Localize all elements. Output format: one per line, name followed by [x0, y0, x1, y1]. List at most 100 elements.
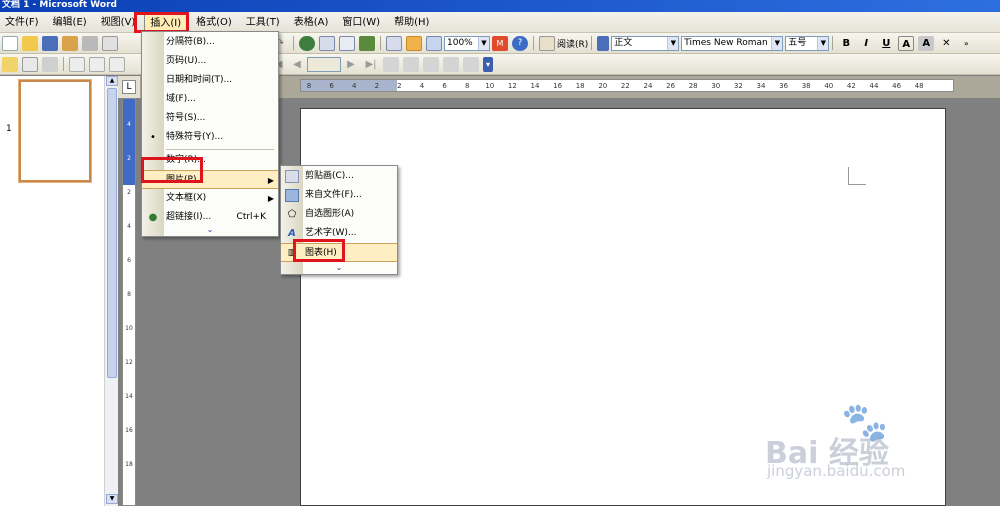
- phonetic-guide-icon[interactable]: ✕: [938, 36, 954, 51]
- ruler-tick-label: 2: [397, 82, 402, 90]
- insert-excel-icon[interactable]: [359, 35, 375, 51]
- toolbar-options-icon[interactable]: ▾: [483, 56, 493, 72]
- columns-icon[interactable]: [386, 35, 402, 51]
- help-icon[interactable]: ?: [512, 35, 528, 51]
- print-icon[interactable]: [82, 35, 98, 51]
- menu-help[interactable]: 帮助(H): [389, 13, 434, 32]
- italic-button[interactable]: I: [858, 36, 874, 51]
- merge-to-printer-icon[interactable]: [443, 56, 459, 72]
- research-icon[interactable]: M: [492, 35, 508, 51]
- ruler-tick-label: 8: [306, 82, 312, 90]
- copy-icon[interactable]: [89, 56, 105, 72]
- baidu-jingyan-watermark: 🐾 Bai 经验 jingyan.baidu.com: [765, 400, 965, 490]
- menu-item-label: 域(F)...: [166, 94, 196, 104]
- expand-menu-icon[interactable]: ⌄: [142, 224, 278, 236]
- merge-to-doc-icon[interactable]: [423, 56, 439, 72]
- scrollbar-thumb[interactable]: [107, 88, 117, 378]
- menu-item-clip-art[interactable]: 剪贴画(C)...: [281, 167, 397, 186]
- insert-menu-highlight-box: [134, 12, 189, 33]
- menu-edit[interactable]: 编辑(E): [48, 13, 92, 32]
- menu-window[interactable]: 窗口(W): [337, 13, 385, 32]
- font-size-value: 五号: [788, 37, 807, 48]
- highlight-icon[interactable]: [2, 56, 18, 72]
- font-color-button[interactable]: A: [898, 35, 915, 51]
- chevron-down-icon: ▼: [771, 36, 783, 50]
- tables-borders-icon[interactable]: [319, 35, 335, 51]
- scroll-down-icon[interactable]: ▼: [106, 494, 118, 504]
- menu-tools[interactable]: 工具(T): [241, 13, 285, 32]
- watermark-url: jingyan.baidu.com: [767, 462, 906, 480]
- style-select[interactable]: 正文 ▼: [611, 35, 680, 51]
- hyperlink-icon[interactable]: [299, 35, 315, 51]
- window-title: 文档 1 - Microsoft Word: [2, 0, 117, 10]
- toolbar-separator: [533, 36, 534, 50]
- ruler-tick-label: 38: [801, 82, 811, 90]
- chevron-down-icon: ▼: [667, 36, 679, 50]
- last-record-icon[interactable]: ▶|: [363, 57, 379, 72]
- char-shading-button[interactable]: A: [918, 35, 935, 51]
- zoom-select[interactable]: 100% ▼: [444, 35, 490, 51]
- toolbar-separator: [591, 36, 593, 50]
- new-document-icon[interactable]: [2, 35, 18, 51]
- ruler-tick-label: 44: [869, 82, 879, 90]
- ruler-tick-label: 12: [507, 82, 517, 90]
- permission-icon[interactable]: [62, 35, 78, 51]
- envelope-icon[interactable]: [22, 56, 38, 72]
- vertical-ruler[interactable]: 4 2 2 4 6 8 10 12 14 16 18: [122, 98, 136, 506]
- find-entry-icon[interactable]: [383, 56, 399, 72]
- menu-item-label: 自选图形(A): [305, 209, 355, 219]
- merge-icon[interactable]: [403, 56, 419, 72]
- toolbar-separator: [293, 36, 294, 50]
- insert-table-icon[interactable]: [339, 35, 355, 51]
- horizontal-ruler[interactable]: 8 6 4 2 2 4 6 8 10 12 14 16 18 20 22 24 26 28 30 32 34 36 38 40…: [300, 79, 954, 92]
- open-folder-icon[interactable]: [22, 35, 38, 51]
- menu-file[interactable]: 文件(F): [0, 13, 44, 32]
- bold-button[interactable]: B: [838, 36, 854, 51]
- picture-from-file-icon: [285, 189, 299, 202]
- paste-icon[interactable]: [109, 56, 125, 72]
- toolbar-separator: [63, 57, 64, 71]
- print-preview-icon[interactable]: [102, 35, 118, 51]
- tab-selector[interactable]: L: [122, 80, 136, 94]
- save-icon[interactable]: [42, 35, 58, 51]
- next-record-icon[interactable]: ▶: [343, 57, 359, 72]
- expand-menu-icon[interactable]: ⌄: [281, 262, 397, 274]
- menu-item-text-box[interactable]: 文本框(X) ▶: [142, 189, 278, 208]
- menu-item-label: 文本框(X): [166, 193, 207, 203]
- underline-button[interactable]: U: [878, 36, 894, 51]
- read-mode-button[interactable]: 阅读(R): [557, 37, 588, 50]
- ruler-tick-label: 16: [125, 427, 133, 434]
- record-field[interactable]: [307, 56, 341, 72]
- style-value: 正文: [614, 37, 633, 48]
- menu-item-break[interactable]: 分隔符(B)...: [142, 33, 278, 52]
- menu-item-symbol[interactable]: 符号(S)...: [142, 109, 278, 128]
- menu-item-autoshapes[interactable]: ⬠ 自选图形(A): [281, 205, 397, 224]
- menu-format[interactable]: 格式(O): [191, 13, 237, 32]
- read-mode-icon[interactable]: [539, 35, 555, 51]
- ruler-tick-label: 6: [127, 257, 131, 264]
- ruler-tick-label: 42: [846, 82, 856, 90]
- font-size-select[interactable]: 五号 ▼: [785, 35, 830, 51]
- page-icon[interactable]: [69, 56, 85, 72]
- merge-to-email-icon[interactable]: [463, 56, 479, 72]
- ruler-tick-label: 22: [620, 82, 630, 90]
- toolbar-options-icon[interactable]: »: [958, 36, 974, 51]
- drawing-icon[interactable]: [406, 35, 422, 51]
- menu-item-field[interactable]: 域(F)...: [142, 90, 278, 109]
- scroll-up-icon[interactable]: ▲: [106, 76, 118, 86]
- menu-item-page-numbers[interactable]: 页码(U)...: [142, 52, 278, 71]
- styles-pane-icon[interactable]: [597, 35, 610, 51]
- thumbnail-scrollbar[interactable]: ▲ ▼: [104, 76, 118, 506]
- menu-item-from-file[interactable]: 来自文件(F)...: [281, 186, 397, 205]
- document-map-icon[interactable]: [426, 35, 442, 51]
- page-thumbnail[interactable]: [19, 80, 91, 182]
- menu-item-date-time[interactable]: 日期和时间(T)...: [142, 71, 278, 90]
- edit-icon[interactable]: [42, 56, 58, 72]
- insert-menu: 分隔符(B)... 页码(U)... 日期和时间(T)... 域(F)... 符…: [141, 31, 279, 237]
- font-select[interactable]: Times New Roman ▼: [681, 35, 784, 51]
- zoom-value: 100%: [447, 37, 473, 48]
- prev-record-icon[interactable]: ◀: [289, 57, 305, 72]
- menu-table[interactable]: 表格(A): [289, 13, 334, 32]
- ruler-tick-label: 20: [598, 82, 608, 90]
- menu-item-special-symbol[interactable]: • 特殊符号(Y)...: [142, 128, 278, 147]
